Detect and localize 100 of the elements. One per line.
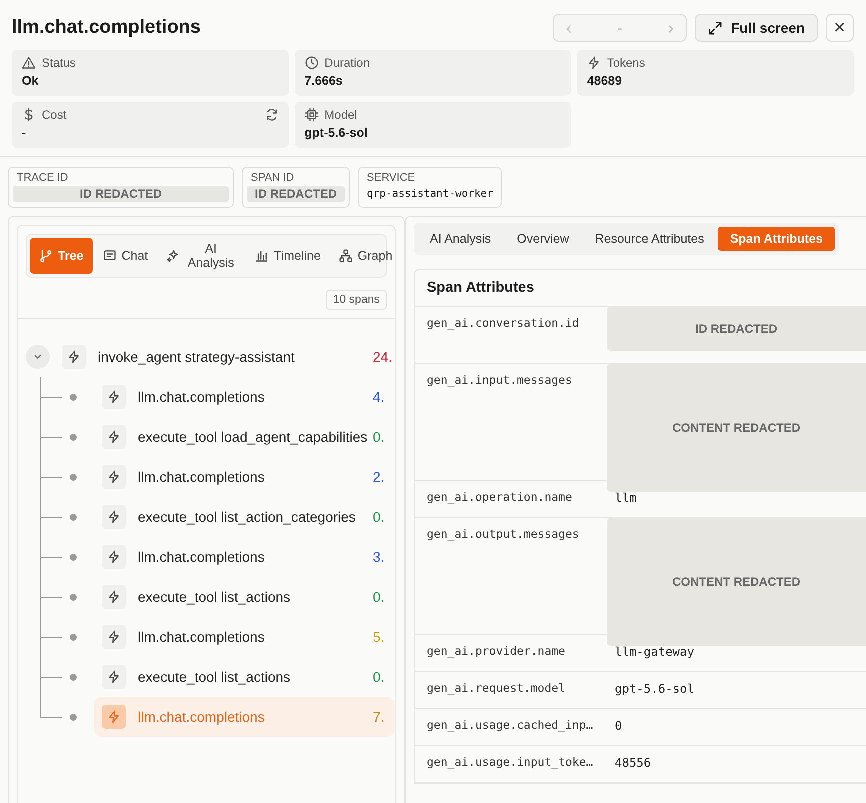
span-name: execute_tool list_action_categories [138, 509, 357, 525]
detail-tab[interactable]: Resource Attributes [583, 227, 716, 251]
span-name: execute_tool list_actions [138, 589, 292, 605]
span-row[interactable]: execute_tool list_actions 0. [94, 577, 395, 617]
span-name: llm.chat.completions [138, 709, 266, 725]
span-duration: 5. [373, 629, 386, 645]
span-name: execute_tool load_agent_capabilities [138, 429, 369, 445]
dot-icon [70, 434, 77, 441]
lightning-glyph-icon [67, 350, 81, 364]
span-name: invoke_agent strategy-assistant [98, 349, 296, 365]
attribute-value: llm-gateway [614, 644, 696, 661]
warning-icon [22, 56, 36, 70]
graph-icon [338, 249, 353, 263]
span-duration: 0. [373, 589, 386, 605]
span-duration: 7. [373, 709, 386, 725]
span-count: 10 spans [326, 290, 387, 310]
view-tab[interactable]: Graph [330, 238, 395, 274]
stat-value: 7.666s [304, 74, 344, 88]
span-row[interactable]: execute_tool list_actions 0. [94, 657, 395, 697]
panel-title: llm.chat.completions [12, 17, 202, 39]
span-row[interactable]: llm.chat.completions 4. [94, 377, 395, 417]
lightning-glyph-icon [107, 550, 121, 564]
chat-icon [102, 249, 117, 263]
dot-icon [70, 594, 77, 601]
view-tab[interactable]: AI Analysis [158, 238, 246, 274]
stat-label: Model [324, 108, 358, 122]
stat-label: Status [42, 56, 78, 70]
span-row[interactable]: execute_tool load_agent_capabilities 0. [94, 417, 395, 457]
dollar-icon [22, 108, 36, 122]
bar-chart-icon [255, 249, 270, 263]
span-name: execute_tool list_actions [138, 669, 292, 685]
attribute-value: 0 [614, 718, 624, 735]
span-row[interactable]: llm.chat.completions 3. [94, 537, 395, 577]
full-screen-button[interactable]: Full screen [695, 14, 818, 42]
id-label: SERVICE [366, 172, 416, 184]
stat-label: Cost [42, 108, 68, 122]
attribute-key: gen_ai.input.messages [415, 364, 607, 480]
attribute-value: gpt-5.6-sol [614, 681, 696, 698]
span-name: llm.chat.completions [138, 469, 266, 485]
redacted-value: ID REDACTED [13, 186, 229, 202]
refresh-icon [264, 108, 279, 122]
span-duration: 24. [373, 349, 394, 365]
chip-icon [304, 108, 319, 122]
expand-icon [708, 20, 724, 36]
branch-icon [39, 249, 53, 263]
collapse-button[interactable] [26, 345, 50, 369]
view-tab[interactable]: Chat [94, 238, 156, 274]
redacted-value: CONTENT REDACTED [607, 364, 866, 492]
redacted-value: ID REDACTED [247, 186, 346, 202]
span-duration: 3. [373, 549, 386, 565]
attribute-key: gen_ai.request.model [415, 672, 607, 708]
id-value: qrp-assistant-worker [366, 187, 494, 202]
lightning-glyph-icon [107, 470, 121, 484]
sparkle-icon [166, 249, 180, 263]
redacted-value: CONTENT REDACTED [607, 518, 866, 646]
span-name: llm.chat.completions [138, 629, 266, 645]
attribute-key: gen_ai.provider.name [415, 635, 607, 671]
lightning-glyph-icon [107, 390, 121, 404]
stat-value: - [22, 126, 28, 140]
dot-icon [70, 514, 77, 521]
detail-tab[interactable]: Overview [505, 227, 582, 251]
span-row[interactable]: execute_tool list_action_categories 0. [94, 497, 395, 537]
span-duration: 0. [373, 429, 386, 445]
id-label: SPAN ID [250, 172, 296, 184]
dot-icon [70, 674, 77, 681]
dot-icon [70, 714, 77, 721]
lightning-glyph-icon [107, 670, 121, 684]
dot-icon [70, 554, 77, 561]
attribute-key: gen_ai.usage.cached_inp… [415, 709, 607, 745]
stat-value: 48689 [587, 74, 624, 88]
clock-icon [304, 56, 319, 70]
span-duration: 4. [373, 389, 386, 405]
redacted-value: ID REDACTED [607, 307, 866, 351]
attribute-value: 48556 [614, 755, 652, 772]
stat-label: Tokens [607, 56, 646, 70]
span-row[interactable]: llm.chat.completions 2. [94, 457, 395, 497]
span-duration: 0. [373, 669, 386, 685]
detail-tab[interactable]: AI Analysis [418, 227, 504, 251]
span-duration: 2. [373, 469, 386, 485]
view-tab[interactable]: Timeline [247, 238, 329, 274]
stat-value: gpt-5.6-sol [304, 126, 369, 140]
attribute-value: llm [614, 490, 638, 507]
attribute-key: gen_ai.usage.input_toke… [415, 746, 607, 782]
stat-value: Ok [22, 74, 40, 88]
span-row[interactable]: llm.chat.completions 5. [94, 617, 395, 657]
id-label: TRACE ID [16, 172, 70, 184]
attribute-key: gen_ai.output.messages [415, 518, 607, 634]
attribute-key: gen_ai.operation.name [415, 481, 607, 517]
dot-icon [70, 394, 77, 401]
pager-value: - [618, 20, 622, 36]
span-name: llm.chat.completions [138, 549, 266, 565]
dot-icon [70, 634, 77, 641]
attribute-key: gen_ai.conversation.id [415, 307, 607, 363]
span-row[interactable]: invoke_agent strategy-assistant 24. [26, 337, 395, 377]
lightning-glyph-icon [107, 430, 121, 444]
stat-label: Duration [324, 56, 372, 70]
span-name: llm.chat.completions [138, 389, 266, 405]
close-button[interactable]: × [826, 14, 854, 42]
span-duration: 0. [373, 509, 386, 525]
lightning-icon [587, 56, 602, 70]
